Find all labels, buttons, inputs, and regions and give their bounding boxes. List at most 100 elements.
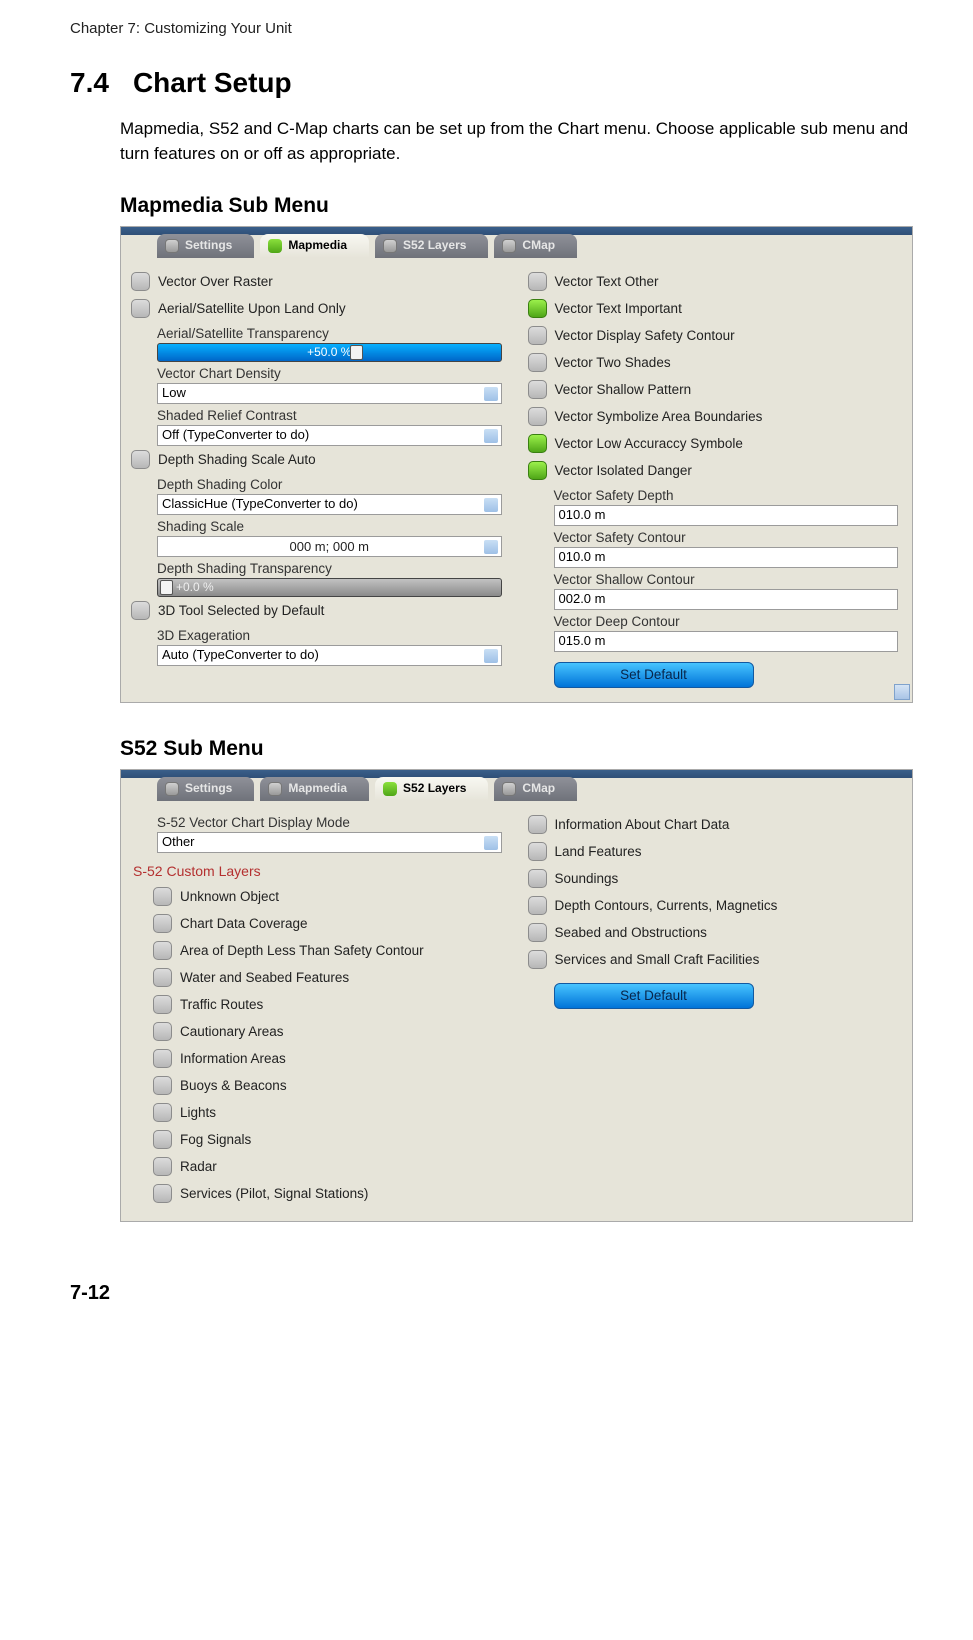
vector-safety-depth-input[interactable]: 010.0 m	[554, 505, 899, 526]
vector-safety-depth-label: Vector Safety Depth	[526, 484, 905, 505]
label: Seabed and Obstructions	[555, 925, 707, 940]
tab-label: Settings	[185, 781, 232, 795]
aerial-transparency-label: Aerial/Satellite Transparency	[129, 322, 508, 343]
label: Traffic Routes	[180, 997, 263, 1012]
tab-icon	[383, 239, 397, 253]
slider-value: +0.0 %	[176, 580, 214, 594]
tab-icon	[268, 239, 282, 253]
toggle-information-areas[interactable]	[153, 1049, 172, 1068]
tab-icon	[165, 782, 179, 796]
label: Land Features	[555, 844, 642, 859]
intro-text: Mapmedia, S52 and C-Map charts can be se…	[120, 117, 913, 166]
vector-shallow-contour-input[interactable]: 002.0 m	[554, 589, 899, 610]
slider-thumb[interactable]	[350, 345, 363, 360]
vector-deep-contour-input[interactable]: 015.0 m	[554, 631, 899, 652]
toggle-seabed-obstructions[interactable]	[528, 923, 547, 942]
tab-label: S52 Layers	[403, 781, 466, 795]
label: Depth Shading Scale Auto	[158, 452, 316, 467]
slider-value: +50.0 %	[307, 345, 351, 359]
label: Water and Seabed Features	[180, 970, 349, 985]
aerial-transparency-slider[interactable]: +50.0 %	[157, 343, 502, 362]
label: Vector Two Shades	[555, 355, 671, 370]
toggle-soundings[interactable]	[528, 869, 547, 888]
toggle-unknown-object[interactable]	[153, 887, 172, 906]
toggle-water-seabed-features[interactable]	[153, 968, 172, 987]
label: 3D Tool Selected by Default	[158, 603, 324, 618]
toggle-vector-symbolize-boundaries[interactable]	[528, 407, 547, 426]
vector-density-dropdown[interactable]: Low	[157, 383, 502, 404]
tab-icon	[383, 782, 397, 796]
tab-label: CMap	[522, 781, 555, 795]
toggle-depth-shading-auto[interactable]	[131, 450, 150, 469]
section-name: Chart Setup	[133, 67, 292, 98]
shaded-relief-label: Shaded Relief Contrast	[129, 404, 508, 425]
tab-mapmedia[interactable]: Mapmedia	[260, 234, 369, 258]
mapmedia-sub-menu-heading: Mapmedia Sub Menu	[120, 194, 913, 218]
tab-s52-layers[interactable]: S52 Layers	[375, 777, 488, 801]
tab-settings[interactable]: Settings	[157, 777, 254, 801]
toggle-vector-display-safety-contour[interactable]	[528, 326, 547, 345]
vector-safety-contour-label: Vector Safety Contour	[526, 526, 905, 547]
label: Vector Symbolize Area Boundaries	[555, 409, 763, 424]
s52-display-mode-label: S-52 Vector Chart Display Mode	[129, 811, 508, 832]
toggle-aerial-land-only[interactable]	[131, 299, 150, 318]
toggle-3d-tool-default[interactable]	[131, 601, 150, 620]
s52-sub-menu-heading: S52 Sub Menu	[120, 737, 913, 761]
tab-cmap[interactable]: CMap	[494, 234, 577, 258]
toggle-area-depth-less-safety[interactable]	[153, 941, 172, 960]
toggle-vector-low-accuracy[interactable]	[528, 434, 547, 453]
label: Soundings	[555, 871, 619, 886]
tab-icon	[165, 239, 179, 253]
tab-mapmedia[interactable]: Mapmedia	[260, 777, 369, 801]
toggle-vector-isolated-danger[interactable]	[528, 461, 547, 480]
toggle-fog-signals[interactable]	[153, 1130, 172, 1149]
toggle-lights[interactable]	[153, 1103, 172, 1122]
label: Vector Low Accuraccy Symbole	[555, 436, 743, 451]
label: Lights	[180, 1105, 216, 1120]
tab-label: CMap	[522, 238, 555, 252]
label: Vector Text Other	[555, 274, 659, 289]
left-column: Vector Over Raster Aerial/Satellite Upon…	[129, 268, 508, 688]
toggle-vector-shallow-pattern[interactable]	[528, 380, 547, 399]
label: Services (Pilot, Signal Stations)	[180, 1186, 368, 1201]
toggle-cautionary-areas[interactable]	[153, 1022, 172, 1041]
label: Vector Shallow Pattern	[555, 382, 692, 397]
vector-deep-contour-label: Vector Deep Contour	[526, 610, 905, 631]
toggle-traffic-routes[interactable]	[153, 995, 172, 1014]
scroll-corner[interactable]	[894, 684, 910, 700]
toggle-services-pilot[interactable]	[153, 1184, 172, 1203]
depth-shading-transparency-slider[interactable]: +0.0 %	[157, 578, 502, 597]
toggle-vector-two-shades[interactable]	[528, 353, 547, 372]
toggle-chart-data-coverage[interactable]	[153, 914, 172, 933]
toggle-info-about-chart[interactable]	[528, 815, 547, 834]
toggle-vector-text-important[interactable]	[528, 299, 547, 318]
panel-content: Vector Over Raster Aerial/Satellite Upon…	[121, 258, 912, 702]
page-number: 7-12	[70, 1282, 913, 1305]
label: Depth Contours, Currents, Magnetics	[555, 898, 778, 913]
tab-bar: Settings Mapmedia S52 Layers CMap	[121, 777, 912, 801]
tab-settings[interactable]: Settings	[157, 234, 254, 258]
toggle-services-small-craft[interactable]	[528, 950, 547, 969]
vector-safety-contour-input[interactable]: 010.0 m	[554, 547, 899, 568]
3d-exageration-dropdown[interactable]: Auto (TypeConverter to do)	[157, 645, 502, 666]
tab-s52-layers[interactable]: S52 Layers	[375, 234, 488, 258]
toggle-vector-over-raster[interactable]	[131, 272, 150, 291]
vector-density-label: Vector Chart Density	[129, 362, 508, 383]
tab-cmap[interactable]: CMap	[494, 777, 577, 801]
shading-scale-spinner[interactable]: 000 m; 000 m	[157, 536, 502, 557]
set-default-button[interactable]: Set Default	[554, 983, 754, 1009]
shaded-relief-dropdown[interactable]: Off (TypeConverter to do)	[157, 425, 502, 446]
section-number: 7.4	[70, 67, 109, 99]
depth-shading-color-label: Depth Shading Color	[129, 473, 508, 494]
depth-shading-color-dropdown[interactable]: ClassicHue (TypeConverter to do)	[157, 494, 502, 515]
toggle-buoys-beacons[interactable]	[153, 1076, 172, 1095]
depth-shading-transparency-label: Depth Shading Transparency	[129, 557, 508, 578]
toggle-radar[interactable]	[153, 1157, 172, 1176]
set-default-button[interactable]: Set Default	[554, 662, 754, 688]
toggle-land-features[interactable]	[528, 842, 547, 861]
slider-thumb[interactable]	[160, 580, 173, 595]
right-column: Vector Text Other Vector Text Important …	[526, 268, 905, 688]
s52-display-mode-dropdown[interactable]: Other	[157, 832, 502, 853]
toggle-depth-contours-currents[interactable]	[528, 896, 547, 915]
toggle-vector-text-other[interactable]	[528, 272, 547, 291]
